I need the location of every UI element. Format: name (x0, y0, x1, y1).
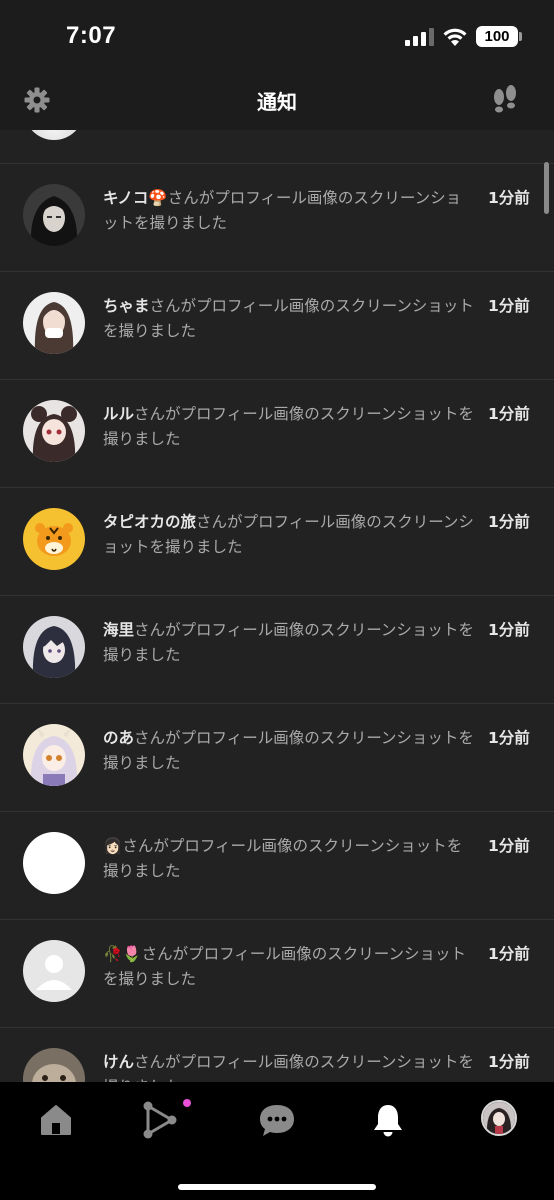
username: ちゃま (103, 297, 150, 315)
avatar[interactable] (23, 616, 85, 678)
avatar[interactable] (23, 940, 85, 1002)
tab-share[interactable] (138, 1099, 191, 1140)
avatar-image-tiger-emoji (23, 508, 85, 570)
username-emoji: 🥀🌷 (103, 945, 142, 963)
page-title: 通知 (257, 90, 297, 114)
notification-message: さんがプロフィール画像のスクリーンショットを撮りました (103, 1053, 474, 1082)
wifi-icon (443, 28, 467, 46)
home-icon[interactable] (36, 1100, 76, 1140)
avatar-image-cat (23, 1048, 85, 1082)
notification-row[interactable]: のあさんがプロフィール画像のスクリーンショットを撮りました 1分前 (0, 704, 554, 812)
avatar[interactable] (23, 724, 85, 786)
avatar-image-anime-dragon-girl (23, 724, 85, 786)
notification-time: 1分前 (488, 837, 530, 855)
avatar[interactable] (23, 832, 85, 894)
notification-list[interactable]: キノコ🍄さんがプロフィール画像のスクリーンショットを撮りました 1分前 ちゃまさ… (0, 130, 554, 1082)
avatar-image-dark-hair (23, 184, 85, 246)
notification-row[interactable]: ちゃまさんがプロフィール画像のスクリーンショットを撮りました 1分前 (0, 272, 554, 380)
username: キノコ (103, 189, 149, 207)
status-bar: 7:07 100 (0, 0, 554, 72)
default-person-icon (23, 940, 85, 1002)
avatar[interactable] (23, 400, 85, 462)
notification-text: のあさんがプロフィール画像のスクリーンショットを撮りました (103, 726, 475, 776)
battery-indicator: 100 (476, 26, 518, 47)
notification-time: 1分前 (488, 189, 530, 207)
avatar-image-anime-girl (23, 400, 85, 462)
tab-bar (0, 1082, 554, 1200)
notification-time: 1分前 (488, 621, 530, 639)
notification-time: 1分前 (488, 297, 530, 315)
list-item-partial[interactable] (0, 130, 554, 164)
notification-time: 1分前 (488, 1053, 530, 1071)
notification-message: さんがプロフィール画像のスクリーンショットを撮りました (103, 945, 467, 988)
notification-time: 1分前 (488, 513, 530, 531)
notification-time: 1分前 (488, 945, 530, 963)
footprints-icon[interactable] (490, 84, 520, 116)
username: ルル (103, 405, 135, 423)
notification-message: さんがプロフィール画像のスクリーンショットを撮りました (103, 729, 474, 772)
notification-message: さんがプロフィール画像のスクリーンショットを撮りました (103, 297, 474, 340)
status-time: 7:07 (66, 22, 117, 49)
notification-text: タピオカの旅さんがプロフィール画像のスクリーンショットを撮りました (103, 510, 475, 560)
avatar-image-long-hair (23, 292, 85, 354)
notification-row[interactable]: タピオカの旅さんがプロフィール画像のスクリーンショットを撮りました 1分前 (0, 488, 554, 596)
profile-avatar[interactable] (481, 1100, 517, 1136)
username: けん (103, 1053, 135, 1071)
notification-text: 👩🏻さんがプロフィール画像のスクリーンショットを撮りました (103, 834, 475, 884)
username-emoji: 🍄 (148, 189, 168, 207)
avatar[interactable] (23, 184, 85, 246)
cellular-signal-icon (405, 28, 434, 46)
notification-row[interactable]: キノコ🍄さんがプロフィール画像のスクリーンショットを撮りました 1分前 (0, 164, 554, 272)
notification-message: さんがプロフィール画像のスクリーンショットを撮りました (103, 837, 463, 880)
avatar-image-anime-boy (23, 616, 85, 678)
notification-time: 1分前 (488, 405, 530, 423)
notification-row[interactable]: 🥀🌷さんがプロフィール画像のスクリーンショットを撮りました 1分前 (0, 920, 554, 1028)
avatar (24, 130, 84, 140)
battery-tip (519, 32, 522, 41)
notification-row[interactable]: ルルさんがプロフィール画像のスクリーンショットを撮りました 1分前 (0, 380, 554, 488)
share-network-icon (143, 1101, 177, 1139)
notification-message: さんがプロフィール画像のスクリーンショットを撮りました (103, 621, 474, 664)
notification-row[interactable]: 海里さんがプロフィール画像のスクリーンショットを撮りました 1分前 (0, 596, 554, 704)
nav-header: 通知 (0, 72, 554, 130)
notification-row[interactable]: けんさんがプロフィール画像のスクリーンショットを撮りました 1分前 (0, 1028, 554, 1082)
username: タピオカの旅 (103, 513, 197, 531)
notification-time: 1分前 (488, 729, 530, 747)
avatar[interactable] (23, 1048, 85, 1082)
avatar[interactable] (23, 508, 85, 570)
bell-icon[interactable] (368, 1100, 408, 1140)
notification-message: さんがプロフィール画像のスクリーンショットを撮りました (103, 405, 474, 448)
avatar[interactable] (23, 292, 85, 354)
username: 海里 (103, 621, 135, 639)
notification-text: 🥀🌷さんがプロフィール画像のスクリーンショットを撮りました (103, 942, 475, 992)
notification-text: キノコ🍄さんがプロフィール画像のスクリーンショットを撮りました (103, 186, 475, 236)
notification-text: ルルさんがプロフィール画像のスクリーンショットを撮りました (103, 402, 475, 452)
notification-text: けんさんがプロフィール画像のスクリーンショットを撮りました (103, 1050, 475, 1082)
notification-row[interactable]: 👩🏻さんがプロフィール画像のスクリーンショットを撮りました 1分前 (0, 812, 554, 920)
profile-avatar-image (483, 1102, 515, 1134)
home-indicator (178, 1184, 376, 1190)
username-emoji: 👩🏻 (103, 837, 123, 855)
scrollbar[interactable] (544, 162, 549, 214)
chat-bubble-icon[interactable] (257, 1100, 297, 1140)
notification-text: ちゃまさんがプロフィール画像のスクリーンショットを撮りました (103, 294, 475, 344)
username: のあ (103, 729, 135, 747)
notification-badge (183, 1099, 191, 1107)
notification-text: 海里さんがプロフィール画像のスクリーンショットを撮りました (103, 618, 475, 668)
